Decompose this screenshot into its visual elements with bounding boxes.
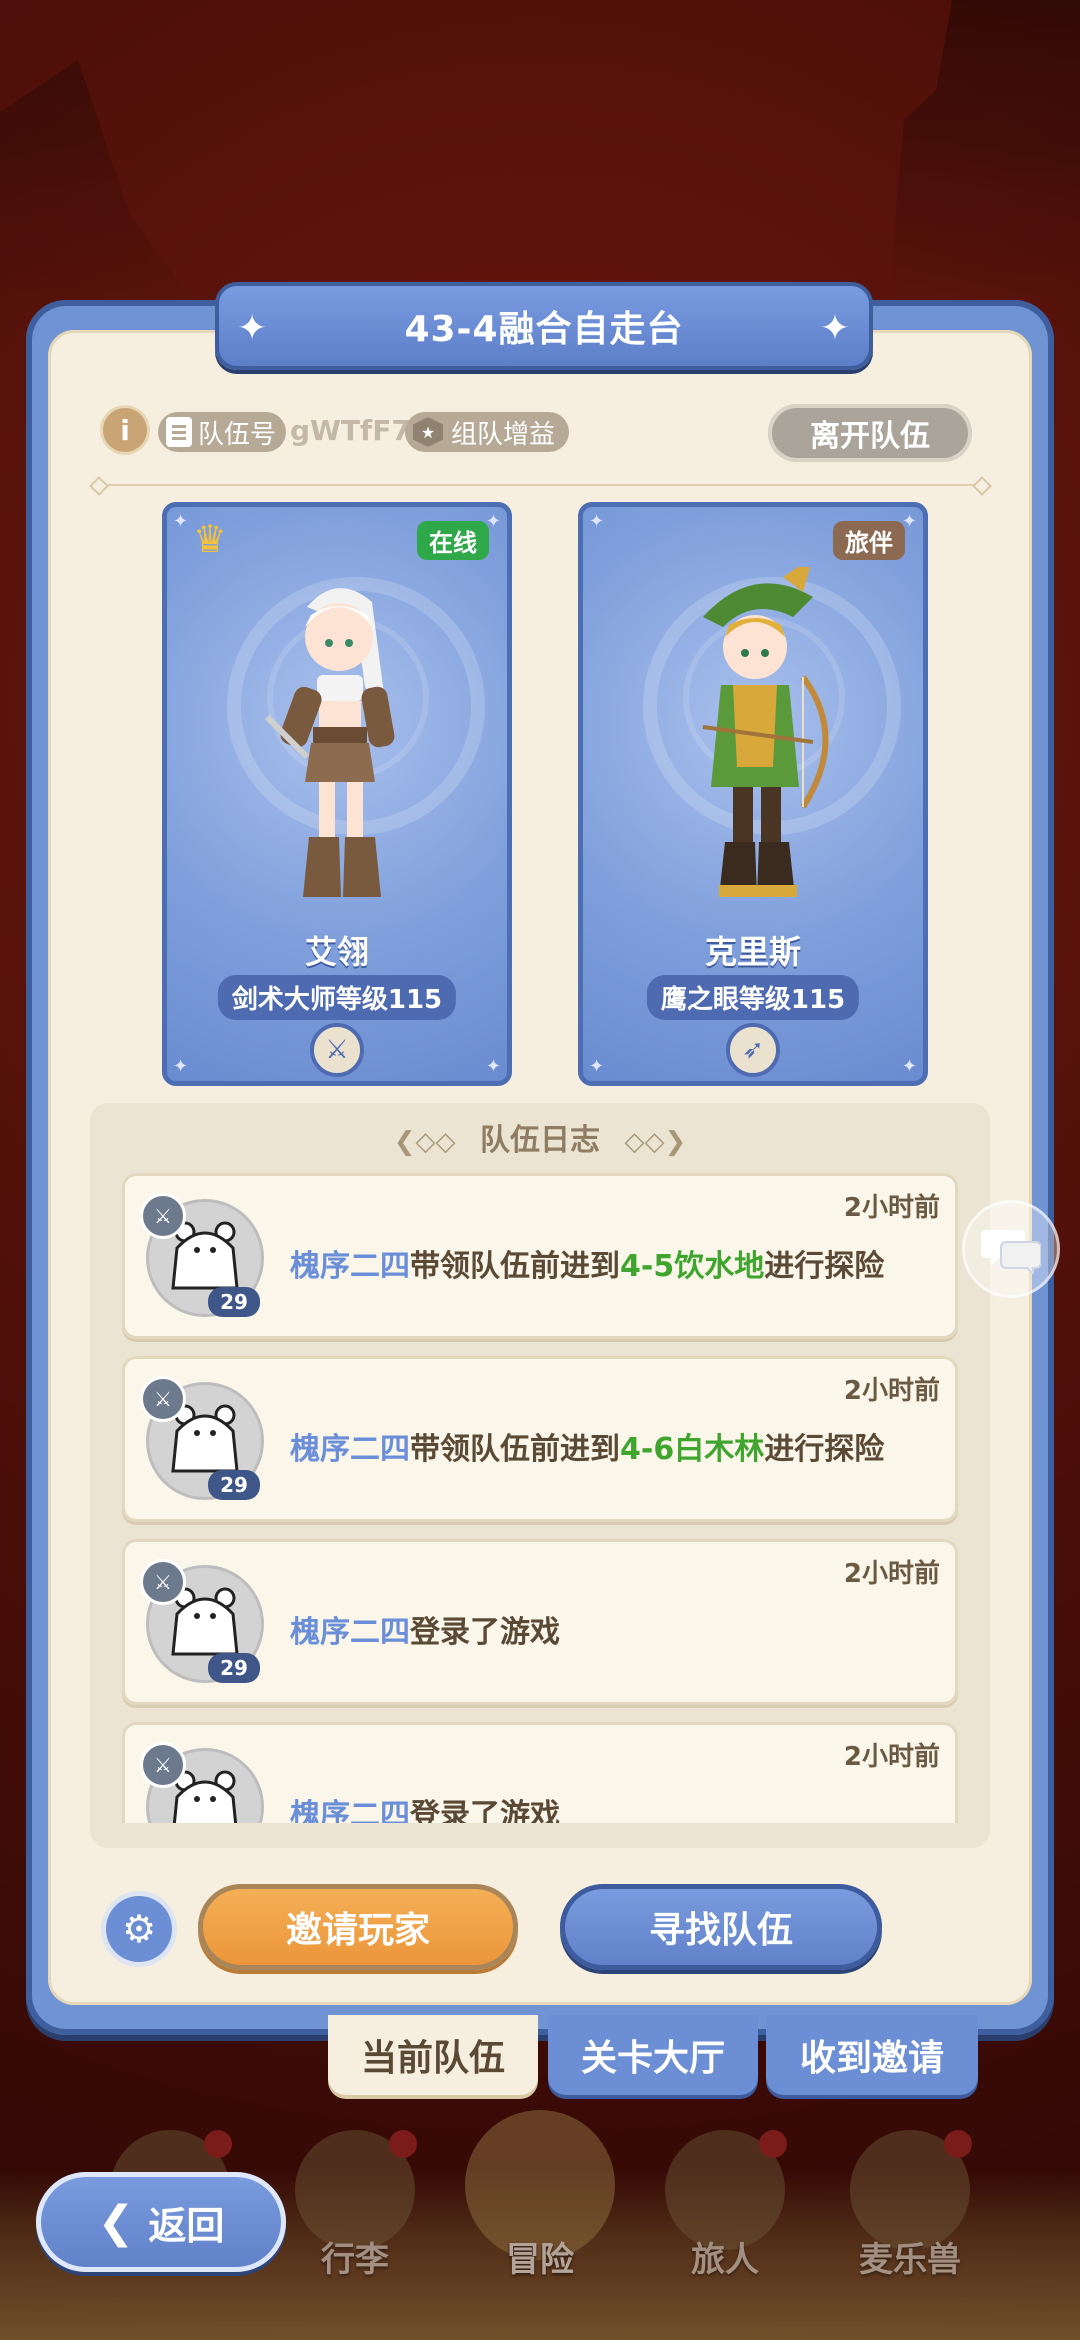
log-entry: ⚔ 29 2小时前 槐序二四带领队伍前进到4-6白木林进行探险 bbox=[122, 1356, 958, 1522]
log-header: ❮◇◇ 队伍日志 ◇◇❯ bbox=[90, 1115, 990, 1159]
sword-icon: ⚔ bbox=[140, 1559, 186, 1605]
log-suffix: 进行探险 bbox=[764, 1249, 885, 1284]
nav-item-travelers[interactable]: 旅人 bbox=[655, 2130, 795, 2290]
background-tower bbox=[888, 0, 1080, 300]
player-name[interactable]: 槐序二四 bbox=[290, 1615, 410, 1650]
log-title: 队伍日志 bbox=[480, 1123, 600, 1158]
nav-label: 麦乐兽 bbox=[859, 2240, 961, 2280]
ornament-left-icon: ❮◇◇ bbox=[393, 1127, 456, 1157]
log-message: 带领队伍前进到 bbox=[410, 1432, 620, 1467]
member-class-level: 剑术大师等级115 bbox=[217, 975, 457, 1020]
team-code[interactable]: gWTfF7 bbox=[290, 414, 411, 447]
team-buff-button[interactable]: ★ 组队增益 bbox=[405, 412, 570, 452]
sword-icon: ⚔ bbox=[140, 1376, 186, 1422]
find-team-button[interactable]: 寻找队伍 bbox=[560, 1884, 882, 1970]
nav-item-luggage[interactable]: 行李 bbox=[285, 2130, 425, 2290]
log-text: 槐序二四登录了游戏 bbox=[290, 1607, 560, 1651]
nav-item-pets[interactable]: 麦乐兽 bbox=[840, 2130, 980, 2290]
sword-icon: ⚔ bbox=[140, 1193, 186, 1239]
divider bbox=[100, 484, 980, 486]
log-entry: ⚔ 29 2小时前 槐序二四带领队伍前进到4-5饮水地进行探险 bbox=[122, 1173, 958, 1339]
avatar-level: 29 bbox=[208, 1287, 260, 1317]
back-arrow-icon: ❮ bbox=[97, 2196, 135, 2248]
log-message: 带领队伍前进到 bbox=[410, 1249, 620, 1284]
notification-dot bbox=[204, 2130, 232, 2158]
team-buff-label: 组队增益 bbox=[451, 419, 556, 450]
player-name[interactable]: 槐序二四 bbox=[290, 1798, 410, 1823]
log-suffix: 进行探险 bbox=[764, 1432, 885, 1467]
info-icon: i bbox=[120, 413, 130, 447]
team-log: ❮◇◇ 队伍日志 ◇◇❯ ⚔ 29 2小时前 槐序二四带领队伍前进到4-5饮水地… bbox=[90, 1103, 990, 1848]
title-ribbon: ✦ 43-4融合自走台 ✦ bbox=[215, 282, 873, 370]
team-number-badge: 队伍号 bbox=[158, 412, 287, 452]
notification-dot bbox=[389, 2130, 417, 2158]
background-tree bbox=[0, 60, 208, 320]
member-name: 克里斯 bbox=[704, 933, 801, 971]
log-message: 登录了游戏 bbox=[410, 1798, 560, 1823]
member-class-level: 鹰之眼等级115 bbox=[646, 975, 860, 1020]
nav-label: 冒险 bbox=[506, 2240, 574, 2280]
tab-received-invites[interactable]: 收到邀请 bbox=[766, 2015, 978, 2095]
ornament-right-icon: ◇◇❯ bbox=[624, 1127, 687, 1157]
back-button[interactable]: ❮ 返回 bbox=[36, 2172, 286, 2272]
log-message: 登录了游戏 bbox=[410, 1615, 560, 1650]
star-hexagon-icon: ★ bbox=[413, 417, 443, 447]
corner-ornament: ✦ bbox=[485, 1056, 501, 1077]
companion-status-badge: 旅伴 bbox=[833, 521, 905, 560]
player-name[interactable]: 槐序二四 bbox=[290, 1432, 410, 1467]
corner-ornament: ✦ bbox=[901, 1056, 917, 1077]
location-name: 4-6白木林 bbox=[620, 1432, 765, 1467]
corner-ornament: ✦ bbox=[589, 1056, 605, 1077]
member-name: 艾翎 bbox=[304, 933, 369, 971]
character-archer bbox=[702, 567, 829, 897]
settings-button[interactable]: ⚙ bbox=[106, 1896, 172, 1962]
avatar-level: 29 bbox=[208, 1470, 260, 1500]
notification-dot bbox=[759, 2130, 787, 2158]
sword-icon: ⚔ bbox=[140, 1742, 186, 1788]
member-card[interactable]: ✦ ✦ ✦ ✦ ♛ 在线 艾翎 剑术大师等级115 ⚔ bbox=[162, 502, 512, 1086]
character-swordswoman bbox=[264, 588, 395, 897]
tab-current-team[interactable]: 当前队伍 bbox=[328, 2015, 538, 2095]
bow-icon: ➶ bbox=[726, 1023, 780, 1077]
online-status-badge: 在线 bbox=[417, 521, 489, 560]
sword-icon: ⚔ bbox=[310, 1023, 364, 1077]
corner-ornament: ✦ bbox=[589, 511, 605, 532]
log-text: 槐序二四带领队伍前进到4-6白木林进行探险 bbox=[290, 1424, 884, 1468]
leave-team-button[interactable]: 离开队伍 bbox=[768, 404, 972, 462]
log-entry: ⚔ 29 2小时前 槐序二四登录了游戏 bbox=[122, 1722, 958, 1823]
info-button[interactable]: i bbox=[103, 408, 147, 452]
log-entry: ⚔ 29 2小时前 槐序二四登录了游戏 bbox=[122, 1539, 958, 1705]
page-title: 43-4融合自走台 bbox=[404, 309, 684, 350]
invite-player-button[interactable]: 邀请玩家 bbox=[198, 1884, 518, 1970]
avatar-level: 29 bbox=[208, 1653, 260, 1683]
nav-label: 行李 bbox=[321, 2240, 389, 2280]
nav-label: 旅人 bbox=[691, 2240, 759, 2280]
chat-button[interactable] bbox=[962, 1200, 1060, 1298]
log-time: 2小时前 bbox=[843, 1742, 940, 1772]
nav-item-adventure[interactable]: 冒险 bbox=[465, 2110, 615, 2290]
team-number-label: 队伍号 bbox=[198, 419, 277, 450]
location-name: 4-5饮水地 bbox=[620, 1249, 765, 1284]
tab-stage-hall[interactable]: 关卡大厅 bbox=[548, 2015, 758, 2095]
back-label: 返回 bbox=[148, 2203, 225, 2248]
star-icon: ✦ bbox=[237, 308, 269, 349]
corner-ornament: ✦ bbox=[173, 511, 189, 532]
player-name[interactable]: 槐序二四 bbox=[290, 1249, 410, 1284]
star-icon: ✦ bbox=[819, 308, 851, 349]
log-text: 槐序二四带领队伍前进到4-5饮水地进行探险 bbox=[290, 1241, 884, 1285]
member-card[interactable]: ✦ ✦ ✦ ✦ 旅伴 克里斯 鹰之眼等级115 ➶ bbox=[578, 502, 928, 1086]
corner-ornament: ✦ bbox=[173, 1056, 189, 1077]
document-icon bbox=[166, 417, 192, 447]
log-time: 2小时前 bbox=[843, 1559, 940, 1589]
gear-icon: ⚙ bbox=[121, 1907, 157, 1951]
log-time: 2小时前 bbox=[843, 1376, 940, 1406]
log-list[interactable]: ⚔ 29 2小时前 槐序二四带领队伍前进到4-5饮水地进行探险 ⚔ 29 2小时… bbox=[122, 1173, 958, 1823]
crown-icon: ♛ bbox=[193, 517, 228, 561]
chat-bubble-icon bbox=[981, 1230, 1041, 1274]
log-text: 槐序二四登录了游戏 bbox=[290, 1790, 560, 1823]
notification-dot bbox=[944, 2130, 972, 2158]
log-time: 2小时前 bbox=[843, 1193, 940, 1223]
